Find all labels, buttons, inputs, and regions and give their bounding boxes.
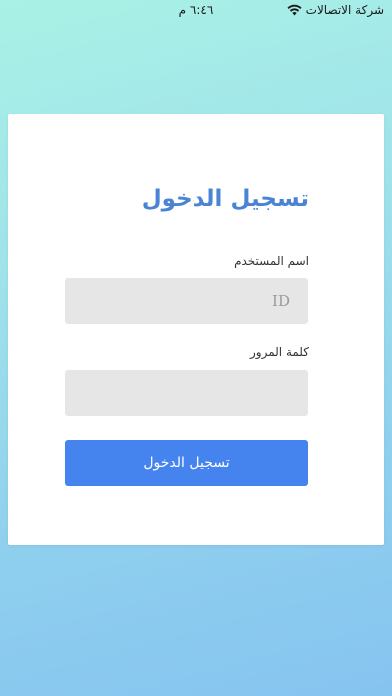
- status-bar: شركة الاتصالات ٦:٤٦ م: [0, 0, 392, 22]
- login-button[interactable]: تسجيل الدخول: [65, 440, 308, 486]
- username-label: اسم المستخدم: [234, 254, 309, 268]
- username-input[interactable]: [65, 278, 308, 324]
- status-time: ٦:٤٦ م: [178, 3, 214, 17]
- password-label: كلمة المرور: [249, 345, 309, 359]
- password-input[interactable]: [65, 370, 308, 416]
- page-title: تسجيل الدخول: [141, 186, 309, 212]
- login-card: تسجيل الدخول اسم المستخدم كلمة المرور تس…: [8, 114, 384, 545]
